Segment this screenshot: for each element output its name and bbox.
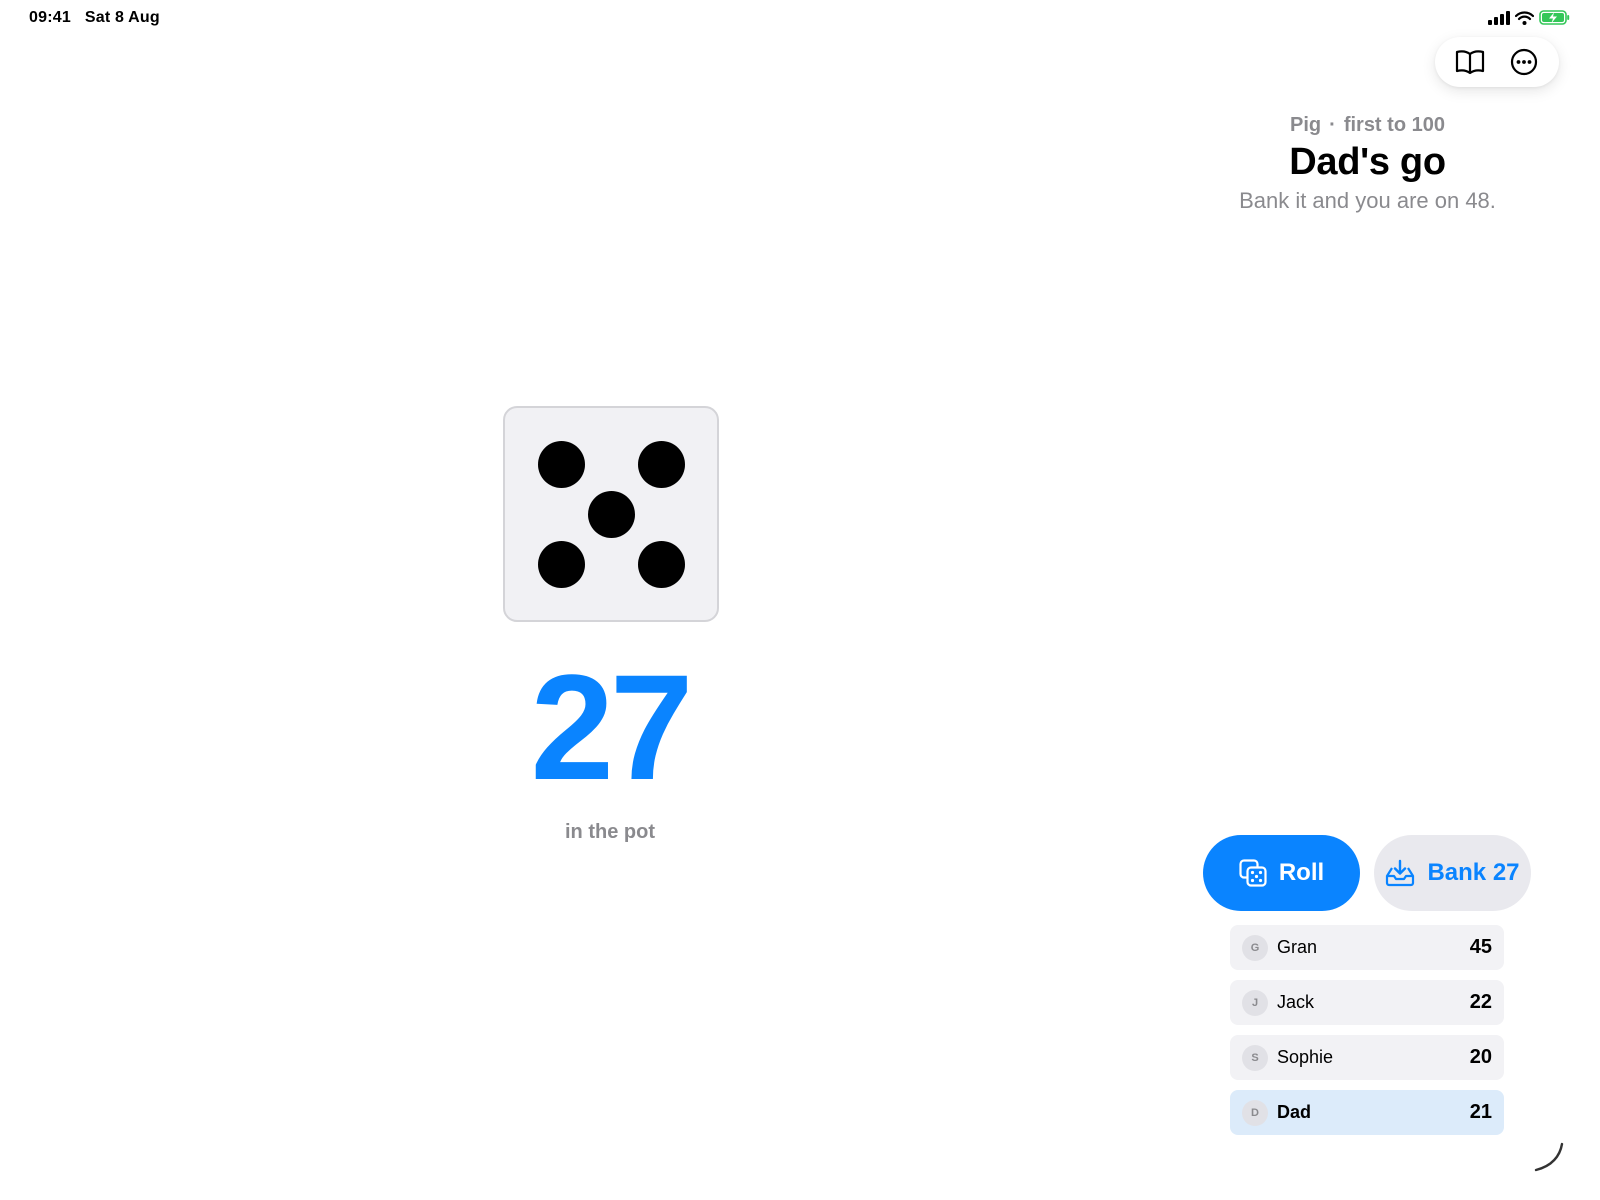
resize-handle-icon[interactable]: [1530, 1140, 1566, 1176]
game-screen: 09:41 Sat 8 Aug Pig · first to 100 Dad's…: [0, 0, 1600, 1200]
player-score: 22: [1469, 991, 1492, 1013]
player-avatar: J: [1242, 989, 1268, 1016]
player-row-gran: G Gran 45: [1230, 925, 1504, 970]
turn-title: Dad's go: [1289, 141, 1446, 183]
game-name: Pig: [1290, 114, 1322, 136]
ellipsis-circle-icon: [1510, 48, 1538, 76]
player-avatar: S: [1242, 1044, 1268, 1071]
player-avatar: D: [1242, 1099, 1268, 1126]
bank-button[interactable]: Bank 27: [1374, 835, 1531, 911]
die-pip: [638, 541, 685, 588]
wifi-icon: [1515, 10, 1534, 25]
player-row-jack: J Jack 22: [1230, 980, 1504, 1025]
roll-button[interactable]: Roll: [1203, 835, 1360, 911]
dice-icon: [1239, 859, 1267, 887]
status-date: Sat 8 Aug: [84, 9, 160, 26]
die-pip: [538, 441, 585, 488]
pot-label: in the pot: [565, 821, 655, 843]
rules-button[interactable]: [1450, 42, 1490, 82]
player-row-dad: D Dad 21: [1230, 1090, 1504, 1135]
pot-value: 27: [530, 643, 694, 811]
book-icon: [1455, 50, 1485, 75]
turn-hint: Bank it and you are on 48.: [1239, 188, 1496, 213]
player-name: Gran: [1277, 937, 1318, 957]
player-name: Jack: [1277, 992, 1315, 1012]
top-toolbar: [1435, 37, 1559, 87]
more-button[interactable]: [1504, 42, 1544, 82]
die-pip: [638, 441, 685, 488]
cellular-signal-icon: [1488, 10, 1510, 25]
player-score: 21: [1469, 1101, 1492, 1123]
player-score: 20: [1469, 1046, 1492, 1068]
roll-label: Roll: [1278, 859, 1325, 886]
status-bar-clock: 09:41 Sat 8 Aug: [29, 9, 160, 27]
player-score: 45: [1469, 936, 1492, 958]
turn-header: Pig · first to 100 Dad's go Bank it and yo…: [1180, 114, 1555, 214]
status-time: 09:41: [29, 9, 71, 26]
die-pip: [538, 541, 585, 588]
game-meta: Pig · first to 100: [1180, 114, 1555, 137]
status-icons: [1488, 10, 1570, 25]
die: [503, 406, 719, 622]
meta-separator: ·: [1329, 114, 1336, 136]
scoreboard: G Gran 45 J Jack 22 S Sophie 20 D Dad 21: [1230, 925, 1504, 1135]
tray-download-icon: [1386, 859, 1415, 887]
die-pip: [588, 491, 635, 538]
battery-charging-icon: [1539, 10, 1570, 25]
player-name: Dad: [1277, 1102, 1312, 1122]
bank-label: Bank 27: [1427, 859, 1520, 886]
player-name: Sophie: [1277, 1047, 1334, 1067]
player-avatar: G: [1242, 934, 1268, 961]
game-goal: first to 100: [1343, 114, 1445, 136]
player-row-sophie: S Sophie 20: [1230, 1035, 1504, 1080]
